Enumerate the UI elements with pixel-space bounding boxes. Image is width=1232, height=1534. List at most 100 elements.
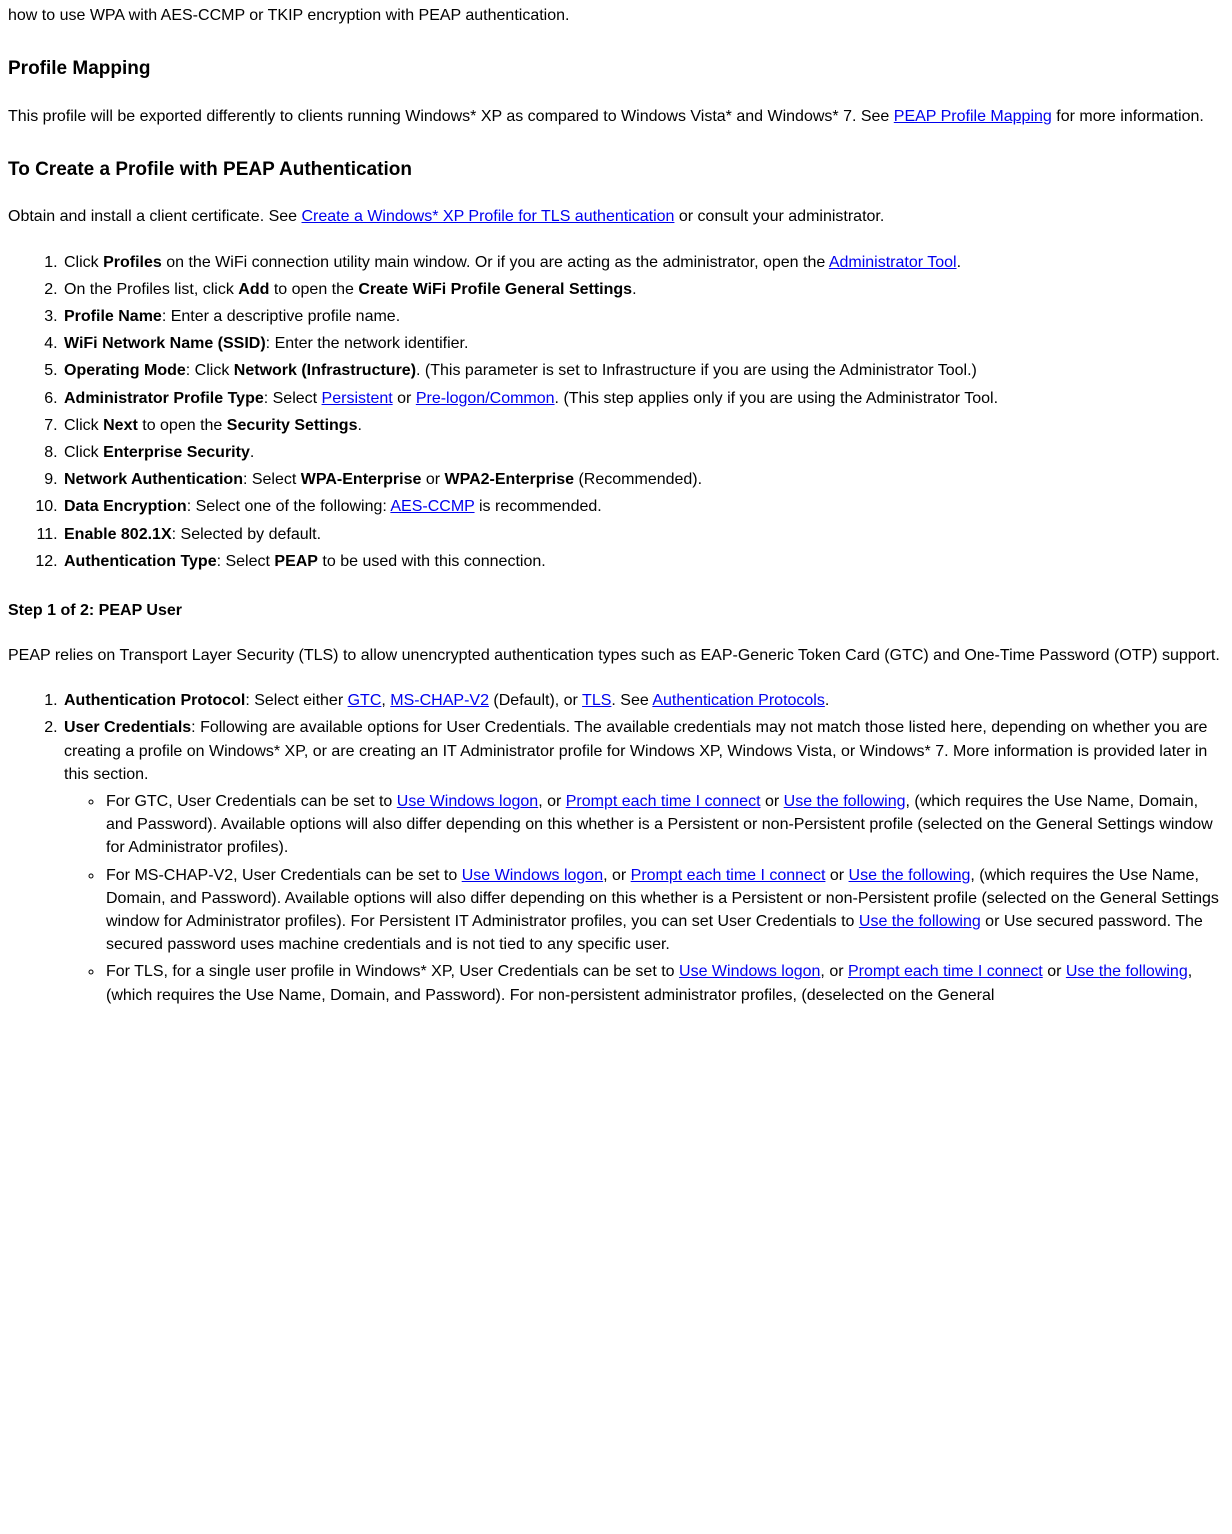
link-prompt-each-time[interactable]: Prompt each time I connect [848, 963, 1043, 980]
bold: Security Settings [227, 417, 358, 434]
text: , or [538, 793, 566, 810]
list-item: For GTC, User Credentials can be set to … [104, 790, 1224, 860]
text: , or [603, 867, 631, 884]
list-item: Click Enterprise Security. [62, 441, 1224, 464]
text: Click [64, 254, 103, 271]
link-use-the-following[interactable]: Use the following [1066, 963, 1188, 980]
bold: Data Encryption [64, 498, 187, 515]
text: . (This parameter is set to Infrastructu… [416, 362, 977, 379]
text: : Select either [245, 692, 347, 709]
text: . [825, 692, 829, 709]
list-item: For TLS, for a single user profile in Wi… [104, 960, 1224, 1006]
heading-create-profile: To Create a Profile with PEAP Authentica… [8, 156, 1224, 184]
text: For MS-CHAP-V2, User Credentials can be … [106, 867, 462, 884]
bold: WiFi Network Name (SSID) [64, 335, 266, 352]
text: or [1043, 963, 1066, 980]
ordered-list-create-profile: Click Profiles on the WiFi connection ut… [8, 251, 1224, 573]
list-item: Enable 802.1X: Selected by default. [62, 523, 1224, 546]
link-use-the-following[interactable]: Use the following [849, 867, 971, 884]
text: For GTC, User Credentials can be set to [106, 793, 397, 810]
list-item: Authentication Type: Select PEAP to be u… [62, 550, 1224, 573]
ordered-list-peap-user: Authentication Protocol: Select either G… [8, 689, 1224, 1006]
text: : Select [243, 471, 301, 488]
text: . (This step applies only if you are usi… [555, 390, 998, 407]
text: or [393, 390, 416, 407]
bold: Profile Name [64, 308, 162, 325]
list-item: For MS-CHAP-V2, User Credentials can be … [104, 864, 1224, 957]
link-prompt-each-time[interactable]: Prompt each time I connect [566, 793, 761, 810]
text: . [957, 254, 961, 271]
list-item: Click Profiles on the WiFi connection ut… [62, 251, 1224, 274]
text: : Selected by default. [172, 526, 321, 543]
bold: Authentication Type [64, 553, 217, 570]
bold: Network (Infrastructure) [234, 362, 416, 379]
text: , or [820, 963, 848, 980]
list-item: Operating Mode: Click Network (Infrastru… [62, 359, 1224, 382]
list-item: Profile Name: Enter a descriptive profil… [62, 305, 1224, 328]
bold: Authentication Protocol [64, 692, 245, 709]
bold: Create WiFi Profile General Settings [358, 281, 632, 298]
link-use-windows-logon[interactable]: Use Windows logon [679, 963, 820, 980]
text: : Enter a descriptive profile name. [162, 308, 400, 325]
link-use-windows-logon[interactable]: Use Windows logon [397, 793, 538, 810]
bold: Administrator Profile Type [64, 390, 264, 407]
text: : Select one of the following: [187, 498, 391, 515]
text: : Select [264, 390, 322, 407]
list-item: User Credentials: Following are availabl… [62, 716, 1224, 1006]
bold: Next [103, 417, 138, 434]
link-use-windows-logon[interactable]: Use Windows logon [462, 867, 603, 884]
text: . See [611, 692, 652, 709]
text: For TLS, for a single user profile in Wi… [106, 963, 679, 980]
text: or [825, 867, 848, 884]
link-tls-auth[interactable]: Create a Windows* XP Profile for TLS aut… [302, 208, 675, 225]
text: : Select [217, 553, 275, 570]
list-item: Data Encryption: Select one of the follo… [62, 495, 1224, 518]
link-admin-tool[interactable]: Administrator Tool [829, 254, 957, 271]
text: . [632, 281, 636, 298]
link-auth-protocols[interactable]: Authentication Protocols [652, 692, 825, 709]
text: to open the [269, 281, 358, 298]
text: Obtain and install a client certificate.… [8, 208, 302, 225]
link-aes-ccmp[interactable]: AES-CCMP [390, 498, 474, 515]
list-item: Authentication Protocol: Select either G… [62, 689, 1224, 712]
text: : Click [186, 362, 234, 379]
link-use-the-following[interactable]: Use the following [859, 913, 981, 930]
link-prelogon-common[interactable]: Pre-logon/Common [416, 390, 555, 407]
heading-step1-peap-user: Step 1 of 2: PEAP User [8, 599, 1224, 622]
text: Click [64, 417, 103, 434]
bold: Enable 802.1X [64, 526, 172, 543]
text: is recommended. [475, 498, 602, 515]
text: or [761, 793, 784, 810]
list-item: Administrator Profile Type: Select Persi… [62, 387, 1224, 410]
link-peap-profile-mapping[interactable]: PEAP Profile Mapping [894, 108, 1052, 125]
list-item: WiFi Network Name (SSID): Enter the netw… [62, 332, 1224, 355]
bold: Add [238, 281, 269, 298]
text: On the Profiles list, click [64, 281, 238, 298]
bold: WPA2-Enterprise [445, 471, 575, 488]
text: (Recommended). [574, 471, 702, 488]
bold: Profiles [103, 254, 162, 271]
text: : Following are available options for Us… [64, 719, 1207, 782]
text: for more information. [1052, 108, 1204, 125]
paragraph-obtain-cert: Obtain and install a client certificate.… [8, 205, 1224, 228]
bold: Operating Mode [64, 362, 186, 379]
text: to open the [138, 417, 227, 434]
paragraph-peap-relies: PEAP relies on Transport Layer Security … [8, 644, 1224, 667]
link-use-the-following[interactable]: Use the following [784, 793, 906, 810]
list-item: On the Profiles list, click Add to open … [62, 278, 1224, 301]
sub-list: For GTC, User Credentials can be set to … [64, 790, 1224, 1007]
list-item: Network Authentication: Select WPA-Enter… [62, 468, 1224, 491]
text: . [250, 444, 254, 461]
link-tls[interactable]: TLS [582, 692, 611, 709]
bold: Network Authentication [64, 471, 243, 488]
heading-profile-mapping: Profile Mapping [8, 55, 1224, 83]
paragraph-profile-mapping: This profile will be exported differentl… [8, 105, 1224, 128]
link-ms-chap-v2[interactable]: MS-CHAP-V2 [390, 692, 489, 709]
text: This profile will be exported differentl… [8, 108, 894, 125]
link-gtc[interactable]: GTC [348, 692, 382, 709]
link-prompt-each-time[interactable]: Prompt each time I connect [631, 867, 826, 884]
text: to be used with this connection. [318, 553, 546, 570]
text: . [357, 417, 361, 434]
text: Click [64, 444, 103, 461]
link-persistent[interactable]: Persistent [322, 390, 393, 407]
